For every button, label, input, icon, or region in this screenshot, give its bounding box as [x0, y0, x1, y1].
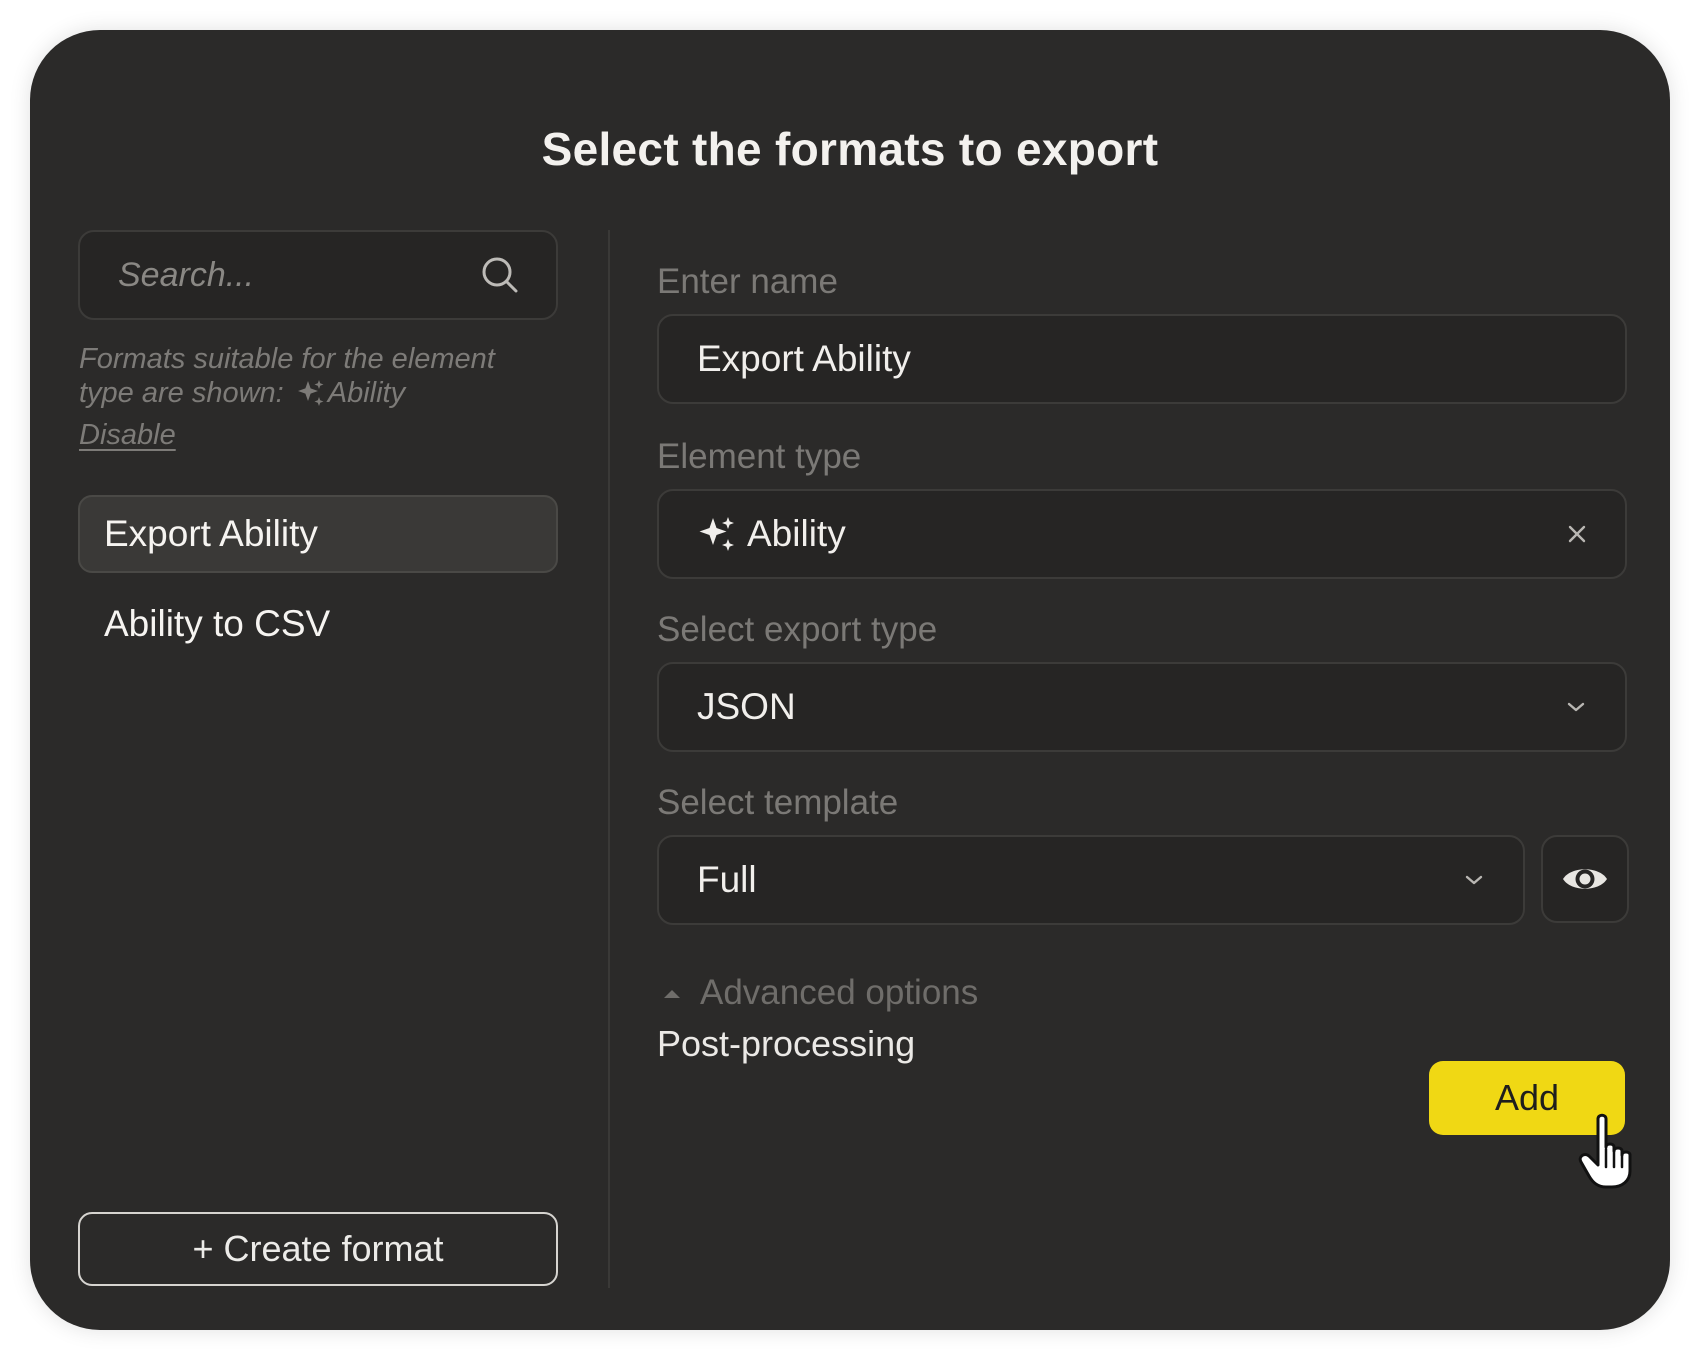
template-select[interactable]: Full	[657, 835, 1525, 925]
template-label: Select template	[657, 783, 899, 822]
close-icon[interactable]	[1567, 524, 1587, 544]
hint-element-type: Ability	[284, 377, 405, 409]
sparkles-icon	[297, 380, 324, 406]
advanced-options-toggle[interactable]: Advanced options	[662, 973, 978, 1013]
export-type-select[interactable]: JSON	[657, 662, 1627, 752]
format-item-ability-to-csv[interactable]: Ability to CSV	[78, 585, 558, 663]
search-icon[interactable]	[480, 255, 520, 295]
template-preview-button[interactable]	[1541, 835, 1629, 923]
export-type-label: Select export type	[657, 610, 938, 649]
format-item-export-ability[interactable]: Export Ability	[78, 495, 558, 573]
export-formats-dialog: Select the formats to export Formats sui…	[30, 30, 1670, 1330]
name-field[interactable]	[657, 314, 1627, 404]
caret-up-icon	[664, 990, 680, 998]
post-processing-label: Post-processing	[657, 1023, 916, 1064]
search-input[interactable]	[118, 255, 480, 295]
add-post-processing-button[interactable]: Add	[1429, 1061, 1625, 1135]
export-type-value: JSON	[697, 686, 796, 727]
create-format-button[interactable]: + Create format	[78, 1212, 558, 1286]
advanced-options-label: Advanced options	[700, 973, 979, 1012]
name-label: Enter name	[657, 262, 838, 301]
chevron-down-icon[interactable]	[1463, 873, 1485, 887]
element-type-value: Ability	[747, 513, 846, 554]
eye-icon	[1563, 869, 1607, 889]
template-value: Full	[697, 859, 757, 900]
format-filter-hint: Formats suitable for the element type ar…	[79, 342, 549, 452]
column-divider	[608, 230, 610, 1288]
element-type-select[interactable]: Ability	[657, 489, 1627, 579]
element-type-label: Element type	[657, 437, 862, 476]
disable-filter-link[interactable]: Disable	[79, 418, 176, 452]
sparkles-icon	[699, 517, 734, 551]
search-box[interactable]	[78, 230, 558, 320]
hint-element-type-label: Ability	[327, 377, 406, 409]
format-list: Export Ability Ability to CSV	[78, 495, 558, 675]
chevron-down-icon[interactable]	[1565, 700, 1587, 714]
name-input[interactable]	[697, 338, 1587, 380]
dialog-title: Select the formats to export	[541, 123, 1159, 175]
